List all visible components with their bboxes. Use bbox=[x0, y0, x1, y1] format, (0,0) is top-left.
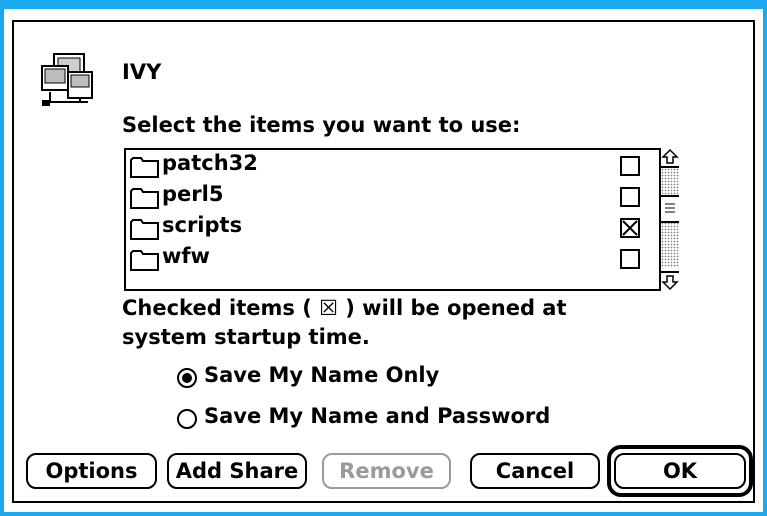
list-item[interactable]: scripts bbox=[130, 213, 650, 244]
list-item-label: patch32 bbox=[162, 151, 258, 175]
radio-button-selected[interactable] bbox=[177, 368, 197, 388]
arrow-up-icon[interactable] bbox=[661, 148, 679, 168]
computer-network-icon bbox=[40, 52, 94, 108]
list-item[interactable]: perl5 bbox=[130, 182, 650, 213]
list-item[interactable]: patch32 bbox=[130, 151, 650, 182]
remove-button: Remove bbox=[322, 453, 451, 489]
radio-button[interactable] bbox=[177, 409, 197, 429]
options-button[interactable]: Options bbox=[26, 453, 157, 489]
radio-dot bbox=[182, 373, 192, 383]
note-line-1: Checked items ( ☒ ) will be opened at bbox=[122, 296, 567, 320]
item-checkbox[interactable] bbox=[620, 156, 640, 176]
scroll-thumb[interactable] bbox=[661, 195, 679, 223]
folder-icon bbox=[130, 155, 160, 179]
item-checkbox-checked[interactable] bbox=[620, 218, 640, 238]
dialog-body: IVY Select the items you want to use: pa… bbox=[12, 20, 755, 503]
list-scrollbar[interactable] bbox=[659, 148, 679, 291]
dialog-title: IVY bbox=[122, 60, 162, 84]
folder-icon bbox=[130, 248, 160, 272]
dialog-window: IVY Select the items you want to use: pa… bbox=[0, 0, 767, 516]
folder-icon bbox=[130, 217, 160, 241]
prompt-text: Select the items you want to use: bbox=[122, 113, 521, 137]
list-item[interactable]: wfw bbox=[130, 244, 650, 275]
ok-button[interactable]: OK bbox=[614, 453, 746, 489]
arrow-down-icon[interactable] bbox=[661, 271, 679, 291]
add-share-button[interactable]: Add Share bbox=[167, 453, 307, 489]
note-line-2: system startup time. bbox=[122, 325, 370, 349]
item-checkbox[interactable] bbox=[620, 249, 640, 269]
items-list[interactable]: patch32 perl5 scripts wfw bbox=[124, 148, 679, 291]
item-checkbox[interactable] bbox=[620, 187, 640, 207]
cancel-button[interactable]: Cancel bbox=[470, 453, 600, 489]
list-item-label: perl5 bbox=[162, 182, 224, 206]
radio-label: Save My Name and Password bbox=[204, 404, 551, 428]
list-item-label: scripts bbox=[162, 213, 243, 237]
folder-icon bbox=[130, 186, 160, 210]
list-item-label: wfw bbox=[162, 244, 210, 268]
radio-label: Save My Name Only bbox=[204, 363, 440, 387]
